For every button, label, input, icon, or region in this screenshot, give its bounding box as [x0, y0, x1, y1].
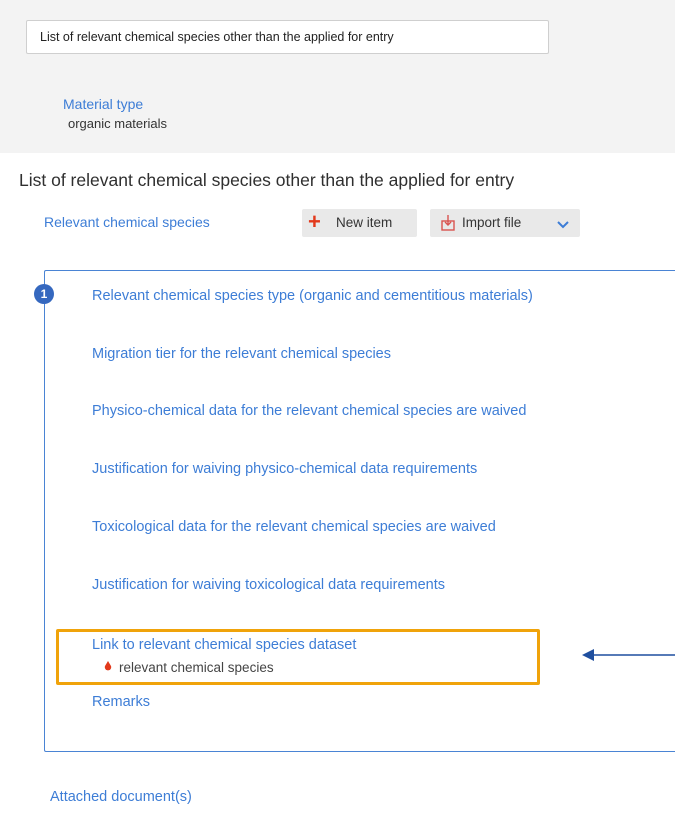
pointer-arrow-icon [582, 649, 675, 661]
attached-documents-label[interactable]: Attached document(s) [50, 789, 192, 805]
field-physchem-waived[interactable]: Physico-chemical data for the relevant c… [92, 403, 526, 419]
material-type-value: organic materials [68, 116, 167, 131]
section-title: List of relevant chemical species other … [19, 170, 515, 190]
import-file-label: Import file [462, 215, 522, 230]
item-index-badge: 1 [34, 284, 54, 304]
field-migration-tier[interactable]: Migration tier for the relevant chemical… [92, 346, 391, 362]
field-tox-justification[interactable]: Justification for waiving toxicological … [92, 577, 445, 593]
chevron-down-icon[interactable] [556, 218, 570, 233]
field-tox-waived[interactable]: Toxicological data for the relevant chem… [92, 519, 496, 535]
highlight-box [56, 629, 540, 685]
field-remarks[interactable]: Remarks [92, 694, 150, 710]
material-type-label: Material type [63, 96, 144, 112]
import-file-icon [440, 214, 456, 235]
import-file-button[interactable]: Import file [430, 209, 580, 237]
field-physchem-justification[interactable]: Justification for waiving physico-chemic… [92, 461, 477, 477]
plus-icon: + [308, 209, 321, 234]
section-nav-button[interactable]: List of relevant chemical species other … [26, 20, 549, 54]
field-species-type[interactable]: Relevant chemical species type (organic … [92, 288, 533, 304]
relevant-chemical-species-label: Relevant chemical species [44, 214, 210, 230]
new-item-button[interactable]: + New item [302, 209, 417, 237]
new-item-label: New item [336, 215, 393, 230]
